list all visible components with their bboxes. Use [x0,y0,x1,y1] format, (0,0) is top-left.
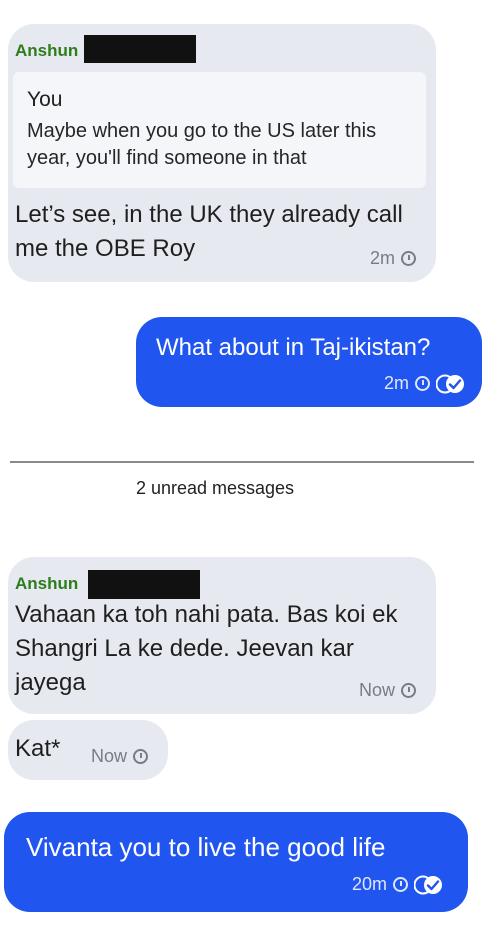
clock-icon [415,376,430,391]
outgoing-message-bubble[interactable]: Vivanta you to live the good life 20m [4,812,468,912]
message-time: 2m [383,373,409,393]
outgoing-message-bubble[interactable]: What about in Taj-ikistan? 2m [136,317,482,407]
unread-messages-label: 2 unread messages [135,478,295,498]
message-meta: 2m [370,248,416,269]
message-meta: 20m [352,874,444,895]
sender-name: Anshun [15,574,79,593]
message-time: 20m [351,874,387,894]
message-time: Now [90,746,127,766]
clock-icon [393,877,408,892]
clock-icon [401,251,416,266]
message-text: What about in Taj-ikistan? [156,334,431,361]
read-receipt-icon [414,875,442,894]
redaction-bar [88,570,200,599]
read-receipt-icon [436,374,464,393]
message-time: Now [358,680,395,700]
message-text: Kat* [15,735,61,762]
redaction-bar [84,35,196,63]
quoted-text: Maybe when you go to the US later this y… [27,120,377,169]
message-meta: 2m [384,373,466,394]
message-meta: Now [91,746,148,767]
sender-name: Anshun [15,41,79,60]
message-text: Let’s see, in the UK they already call m… [15,201,403,262]
unread-divider-line [10,461,474,463]
clock-icon [133,749,148,764]
incoming-message-bubble[interactable]: Anshun Vahaan ka toh nahi pata. Bas koi … [8,557,436,714]
message-meta: Now [359,680,416,701]
message-text: Vivanta you to live the good life [26,832,386,862]
quoted-sender-name: You [27,88,63,111]
incoming-message-bubble[interactable]: Anshun You Maybe when you go to the US l… [8,24,436,282]
message-time: 2m [369,248,395,268]
quoted-message[interactable]: You Maybe when you go to the US later th… [13,72,426,188]
clock-icon [401,683,416,698]
incoming-message-bubble[interactable]: Kat* Now [8,720,168,780]
